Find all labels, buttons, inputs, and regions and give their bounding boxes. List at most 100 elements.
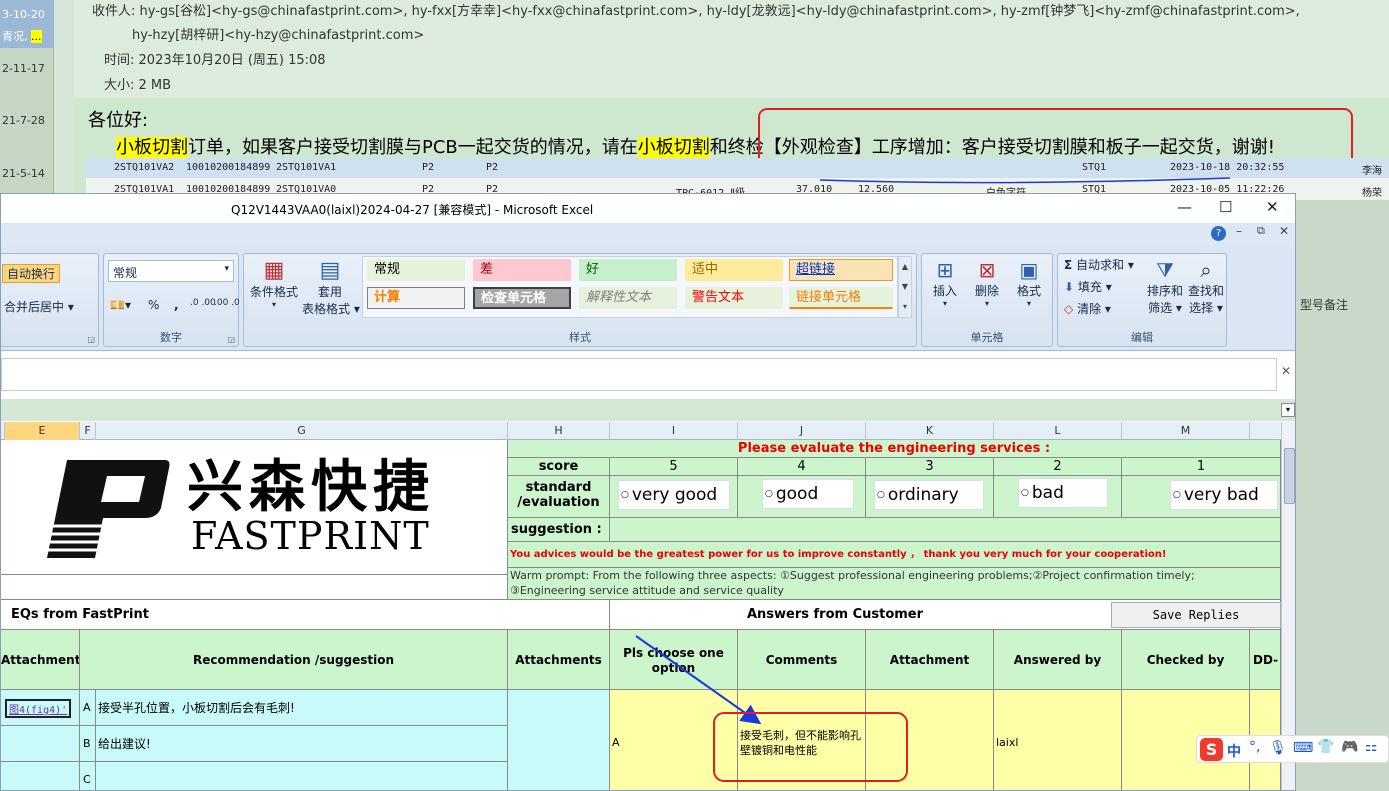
wrap-text-button[interactable]: 自动换行 — [2, 264, 61, 283]
formula-bar[interactable] — [1, 358, 1277, 391]
scrollbar-thumb[interactable] — [1284, 448, 1295, 504]
style-hyperlink[interactable]: 超链接 — [789, 259, 893, 281]
conditional-format-button[interactable]: ▦ 条件格式 ▾ — [248, 258, 300, 309]
insert-button[interactable]: ⊞ 插入 ▾ — [926, 258, 964, 308]
conditional-format-icon: ▦ — [263, 258, 285, 283]
keyboard-icon[interactable]: ⌨ — [1293, 740, 1313, 756]
column-header-f[interactable]: F — [80, 422, 96, 440]
radio-good[interactable]: good — [762, 479, 854, 509]
column-header-m[interactable]: M — [1122, 422, 1250, 440]
autosum-button[interactable]: Σ 自动求和 ▾ — [1064, 256, 1134, 273]
skin-icon[interactable]: 👕 — [1317, 739, 1334, 755]
format-button[interactable]: ▣ 格式 ▾ — [1010, 258, 1048, 308]
expand-icon[interactable]: ▾ — [1281, 403, 1295, 417]
column-header-l[interactable]: L — [994, 422, 1122, 440]
size-row: 大小: 2 MB — [104, 78, 172, 93]
radio-ordinary[interactable]: ordinary — [874, 480, 984, 510]
style-bad[interactable]: 差 — [473, 259, 571, 281]
header-attachments: Attachments — [508, 630, 610, 690]
radio-very-good[interactable]: very good — [618, 480, 730, 510]
email-header: 收件人: hy-gs[谷松]<hy-gs@chinafastprint.com>… — [74, 0, 1389, 98]
help-icon[interactable]: ? — [1211, 226, 1226, 241]
style-gallery[interactable]: 常规 差 好 适中 超链接 计算 检查单元格 解释性文本 警告文本 链接单元格 — [362, 256, 898, 318]
chosen-option-cell[interactable]: A — [610, 690, 738, 790]
column-header-h[interactable]: H — [508, 422, 610, 440]
sogou-logo-icon[interactable]: S — [1200, 738, 1223, 761]
currency-icon[interactable]: 💴▾ — [110, 298, 131, 312]
column-header-k[interactable]: K — [866, 422, 994, 440]
formula-bar-close-icon[interactable]: ✕ — [1281, 364, 1291, 378]
recommendation-text[interactable]: 给出建议! — [96, 726, 508, 762]
style-good[interactable]: 好 — [579, 259, 677, 281]
suggestion-label: suggestion : — [508, 518, 610, 542]
style-check-cell[interactable]: 检查单元格 — [473, 287, 571, 309]
editing-group: Σ 自动求和 ▾ ⬇ 填充 ▾ ◇ 清除 ▾ ⧩ 排序和 筛选 ▾ ⌕ 查找和 选择… — [1057, 253, 1227, 347]
list-date: 21-7-28 — [2, 114, 45, 127]
customer-attachment-cell[interactable] — [866, 690, 994, 790]
sort-filter-button[interactable]: ⧩ 排序和 筛选 ▾ — [1146, 258, 1184, 316]
decrease-decimal-button[interactable]: .00 .0 — [214, 298, 240, 308]
model-note-header: 型号备注 — [1300, 298, 1349, 312]
title-bar[interactable]: Q12V1443VAA0(laixl)2024-04-27 [兼容模式] - M… — [1, 194, 1295, 223]
column-header-g[interactable]: G — [96, 422, 508, 440]
number-format-select[interactable]: 常规 ▾ — [108, 260, 234, 282]
column-header-i[interactable]: I — [610, 422, 738, 440]
recommendation-text[interactable] — [96, 762, 508, 790]
dialog-launcher-icon[interactable]: ◲ — [227, 335, 235, 344]
radio-bad[interactable]: bad — [1018, 478, 1108, 508]
attachment-link[interactable]: 图4(fig4)' — [5, 699, 72, 718]
style-warning[interactable]: 警告文本 — [685, 287, 783, 309]
email-list[interactable]: 3-10-20 青况, ... 2-11-17 21-7-28 21-5-14 — [0, 0, 54, 200]
clear-button[interactable]: ◇ 清除 ▾ — [1064, 300, 1111, 317]
delete-button[interactable]: ⊠ 删除 ▾ — [968, 258, 1006, 308]
style-neutral[interactable]: 适中 — [685, 259, 783, 281]
merge-center-button[interactable]: 合并后居中 ▾ — [4, 298, 74, 315]
attachment-cell[interactable] — [1, 726, 80, 762]
ime-punctuation-icon[interactable]: °, — [1249, 739, 1260, 755]
comma-button[interactable]: , — [174, 298, 179, 312]
save-replies-button[interactable]: Save Replies — [1111, 602, 1281, 628]
excel-window[interactable]: Q12V1443VAA0(laixl)2024-04-27 [兼容模式] - M… — [0, 193, 1296, 791]
number-group-label: 数字 — [160, 331, 182, 344]
comments-cell[interactable]: 接受毛刺，但不能影响孔壁镀铜和电性能 — [738, 690, 866, 790]
table-format-icon: ▤ — [319, 258, 341, 283]
minimize-icon[interactable]: — — [1177, 198, 1192, 216]
game-icon[interactable]: 🎮 — [1341, 739, 1358, 755]
ribbon-close-icon[interactable]: ✕ — [1279, 224, 1289, 238]
style-calculation[interactable]: 计算 — [367, 287, 465, 309]
microphone-icon[interactable]: 🎙 — [1269, 740, 1287, 756]
dialog-launcher-icon[interactable]: ◲ — [87, 335, 95, 344]
find-select-button[interactable]: ⌕ 查找和 选择 ▾ — [1186, 258, 1226, 316]
score-4: 4 — [738, 458, 866, 476]
style-normal[interactable]: 常规 — [367, 259, 465, 281]
ime-toolbar[interactable]: S 中 °, 🎙 ⌨ 👕 🎮 ⚏ — [1196, 735, 1389, 763]
radio-very-bad[interactable]: very bad — [1170, 480, 1278, 510]
recipients-line2[interactable]: hy-hzy[胡梓研]<hy-hzy@chinafastprint.com> — [132, 24, 424, 43]
attachment-cell[interactable] — [1, 762, 80, 790]
recommendation-text[interactable]: 接受半孔位置，小板切割后会有毛刺! — [96, 690, 508, 726]
attachments-cell[interactable] — [508, 690, 610, 790]
style-explanatory[interactable]: 解释性文本 — [579, 287, 677, 309]
ribbon-restore-icon[interactable]: ⧉ — [1257, 224, 1265, 238]
ime-mode-chinese[interactable]: 中 — [1227, 741, 1241, 761]
table-format-button[interactable]: ▤ 套用 表格格式 ▾ — [302, 258, 360, 317]
header-recommendation: Recommendation /suggestion — [80, 630, 508, 690]
attachment-cell[interactable]: 图4(fig4)' — [1, 690, 80, 726]
suggestion-input[interactable] — [610, 518, 1281, 542]
increase-decimal-button[interactable]: .0 .00 — [190, 298, 216, 308]
ribbon-minimize-icon[interactable]: – — [1236, 224, 1242, 238]
style-gallery-scroll[interactable]: ▲ ▼ ▾ — [898, 256, 912, 318]
style-linked-cell[interactable]: 链接单元格 — [789, 287, 893, 309]
close-icon[interactable]: ✕ — [1266, 198, 1279, 216]
column-header-j[interactable]: J — [738, 422, 866, 440]
answered-by-cell[interactable]: laixl — [994, 690, 1122, 790]
fill-button[interactable]: ⬇ 填充 ▾ — [1064, 278, 1112, 295]
maximize-icon[interactable]: ☐ — [1219, 198, 1232, 216]
percent-button[interactable]: % — [148, 298, 159, 312]
recipients-line1[interactable]: hy-gs[谷松]<hy-gs@chinafastprint.com>, hy-… — [140, 4, 1300, 19]
column-header-e[interactable]: E — [5, 422, 80, 440]
logo-cell[interactable]: 兴森快捷 FASTPRINT — [1, 440, 508, 575]
worksheet[interactable]: 兴森快捷 FASTPRINT Please evaluate the engin… — [1, 440, 1281, 790]
sort-filter-icon: ⧩ — [1156, 258, 1174, 282]
toolbox-icon[interactable]: ⚏ — [1365, 739, 1378, 755]
